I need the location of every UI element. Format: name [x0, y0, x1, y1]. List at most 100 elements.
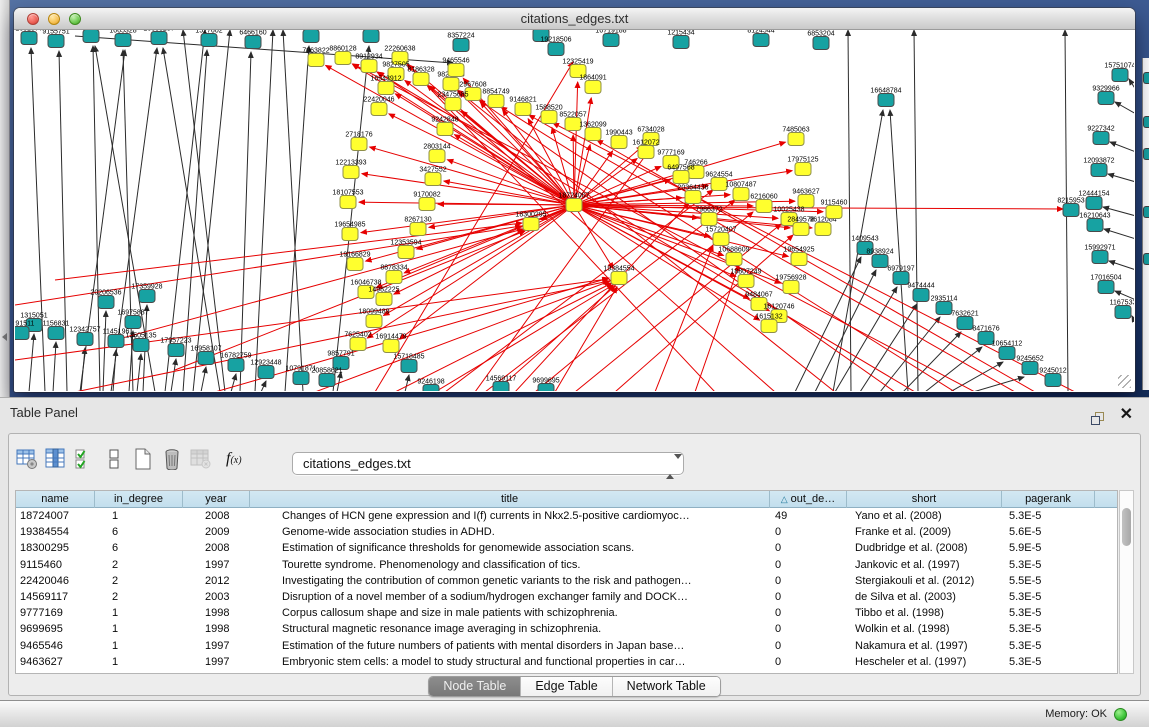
- graph-node[interactable]: 22420046: [363, 97, 394, 116]
- table-row[interactable]: 946554611997Estimation of the future num…: [16, 638, 1117, 654]
- column-header-pagerank[interactable]: pagerank: [1002, 491, 1095, 508]
- graph-edge[interactable]: [503, 110, 574, 205]
- graph-node[interactable]: 12923448: [250, 360, 281, 379]
- graph-node[interactable]: 17975125: [787, 157, 818, 176]
- graph-node[interactable]: 1167533: [1110, 300, 1134, 319]
- graph-edge[interactable]: [597, 140, 1035, 391]
- table-row[interactable]: 969969511998Structural magnetic resonanc…: [16, 621, 1117, 637]
- tab-edge-table[interactable]: Edge Table: [521, 677, 612, 696]
- network-svg[interactable]: 1872400722420046271817612213393181075531…: [15, 30, 1134, 391]
- graph-node[interactable]: 17016504: [1090, 275, 1121, 294]
- graph-node[interactable]: 10719188: [595, 30, 626, 47]
- graph-edge[interactable]: [115, 229, 523, 340]
- graph-node[interactable]: 12342757: [69, 327, 100, 346]
- table-row[interactable]: 977716911998Corpus callosum shape and si…: [16, 605, 1117, 621]
- graph-edge[interactable]: [370, 147, 574, 205]
- graph-node[interactable]: 9170082: [413, 192, 440, 211]
- graph-node[interactable]: 16210643: [1079, 213, 1110, 232]
- graph-node[interactable]: 9699695: [532, 378, 559, 392]
- left-panel-divider[interactable]: [0, 0, 10, 397]
- graph-node[interactable]: 12213393: [335, 160, 366, 179]
- column-header-out_de[interactable]: △out_de…: [770, 491, 847, 508]
- graph-edge[interactable]: [860, 304, 917, 391]
- graph-edge[interactable]: [261, 381, 266, 391]
- table-scrollbar[interactable]: [1119, 490, 1134, 674]
- column-header-in_degree[interactable]: in_degree: [95, 491, 183, 508]
- table-select-combo[interactable]: citations_edges.txt: [292, 452, 684, 475]
- graph-node[interactable]: 1661377: [15, 30, 42, 45]
- graph-edge[interactable]: [515, 203, 689, 391]
- graph-edge[interactable]: [574, 205, 613, 269]
- graph-edge[interactable]: [880, 317, 940, 391]
- graph-node[interactable]: 9463627: [792, 189, 819, 208]
- float-window-icon[interactable]: [1091, 412, 1105, 426]
- graph-node[interactable]: 1215434: [667, 30, 694, 49]
- column-header-short[interactable]: short: [847, 491, 1002, 508]
- graph-edge[interactable]: [283, 30, 303, 391]
- graph-edge[interactable]: [973, 377, 1024, 391]
- graph-node[interactable]: 8357224: [447, 33, 474, 52]
- tab-network-table[interactable]: Network Table: [613, 677, 720, 696]
- graph-node[interactable]: 17359928: [131, 284, 162, 303]
- graph-node[interactable]: 10688609: [718, 247, 749, 266]
- table-row[interactable]: 946362711997Embryonic stem cells: a mode…: [16, 654, 1117, 670]
- graph-node[interactable]: 16033809: [295, 30, 326, 43]
- graph-edge[interactable]: [103, 311, 106, 391]
- graph-edge[interactable]: [201, 367, 206, 391]
- graph-node[interactable]: 8124544: [747, 30, 774, 47]
- graph-edge[interactable]: [171, 359, 176, 391]
- graph-edge[interactable]: [848, 30, 851, 391]
- column-header-name[interactable]: name: [16, 491, 95, 508]
- graph-node[interactable]: 15992971: [1084, 245, 1115, 264]
- graph-edge[interactable]: [1108, 174, 1134, 182]
- graph-node[interactable]: 9242848: [431, 117, 458, 136]
- graph-edge[interactable]: [903, 332, 961, 391]
- graph-edge[interactable]: [93, 46, 100, 391]
- table-row[interactable]: 1830029562008Estimation of significance …: [16, 540, 1117, 556]
- tab-node-table[interactable]: Node Table: [429, 677, 521, 696]
- graph-node[interactable]: 19756928: [775, 275, 806, 294]
- collapse-arrow-icon[interactable]: [2, 333, 7, 341]
- graph-edge[interactable]: [137, 354, 141, 391]
- resize-grip-icon[interactable]: [1118, 375, 1131, 388]
- graph-node[interactable]: 8860128: [329, 46, 356, 65]
- graph-edge[interactable]: [435, 285, 613, 391]
- graph-node[interactable]: 19218506: [540, 37, 571, 56]
- select-columns-icon[interactable]: [73, 447, 97, 471]
- graph-node[interactable]: 9329966: [1092, 86, 1119, 105]
- graph-node[interactable]: 18107553: [332, 190, 363, 209]
- graph-node[interactable]: 15718485: [393, 354, 424, 373]
- new-column-icon[interactable]: [131, 447, 155, 471]
- graph-node[interactable]: 1612072: [632, 140, 659, 159]
- graph-node[interactable]: 19654985: [334, 222, 365, 241]
- table-row[interactable]: 1872400712008Changes of HCN gene express…: [16, 508, 1117, 524]
- graph-node[interactable]: 15727602: [355, 30, 386, 43]
- delete-column-icon[interactable]: [160, 447, 184, 471]
- graph-edge[interactable]: [1109, 261, 1134, 270]
- graph-edge[interactable]: [337, 372, 341, 391]
- column-header-year[interactable]: year: [183, 491, 250, 508]
- graph-node[interactable]: 1990443: [605, 130, 632, 149]
- panel-close-icon[interactable]: ✕: [1120, 407, 1133, 423]
- graph-node[interactable]: 16648784: [870, 88, 901, 107]
- table-row[interactable]: 2242004622012Investigating the contribut…: [16, 573, 1117, 589]
- graph-node[interactable]: 20206536: [90, 290, 121, 309]
- graph-edge[interactable]: [574, 205, 788, 256]
- graph-node[interactable]: 15751074: [1104, 63, 1134, 82]
- table-mode-icon[interactable]: [15, 447, 39, 471]
- window-titlebar[interactable]: citations_edges.txt: [14, 8, 1135, 30]
- graph-node[interactable]: 6466160: [239, 30, 266, 49]
- table-row[interactable]: 911546021997Tourette syndrome. Phenomeno…: [16, 557, 1117, 573]
- row-height-icon[interactable]: [102, 447, 126, 471]
- graph-node[interactable]: 18099489: [358, 309, 389, 328]
- graph-node[interactable]: 8912934: [355, 54, 382, 73]
- graph-node[interactable]: 9155751: [42, 30, 69, 48]
- table-row[interactable]: 1456911722003Disruption of a novel membe…: [16, 589, 1117, 605]
- graph-edge[interactable]: [1104, 229, 1134, 239]
- graph-node[interactable]: 2803144: [423, 144, 450, 163]
- graph-node[interactable]: 1527602: [195, 30, 222, 47]
- graph-edge[interactable]: [1129, 79, 1134, 90]
- graph-node[interactable]: 2718176: [345, 132, 372, 151]
- graph-node[interactable]: 1864091: [579, 75, 606, 94]
- function-builder-icon[interactable]: f(x): [226, 450, 242, 468]
